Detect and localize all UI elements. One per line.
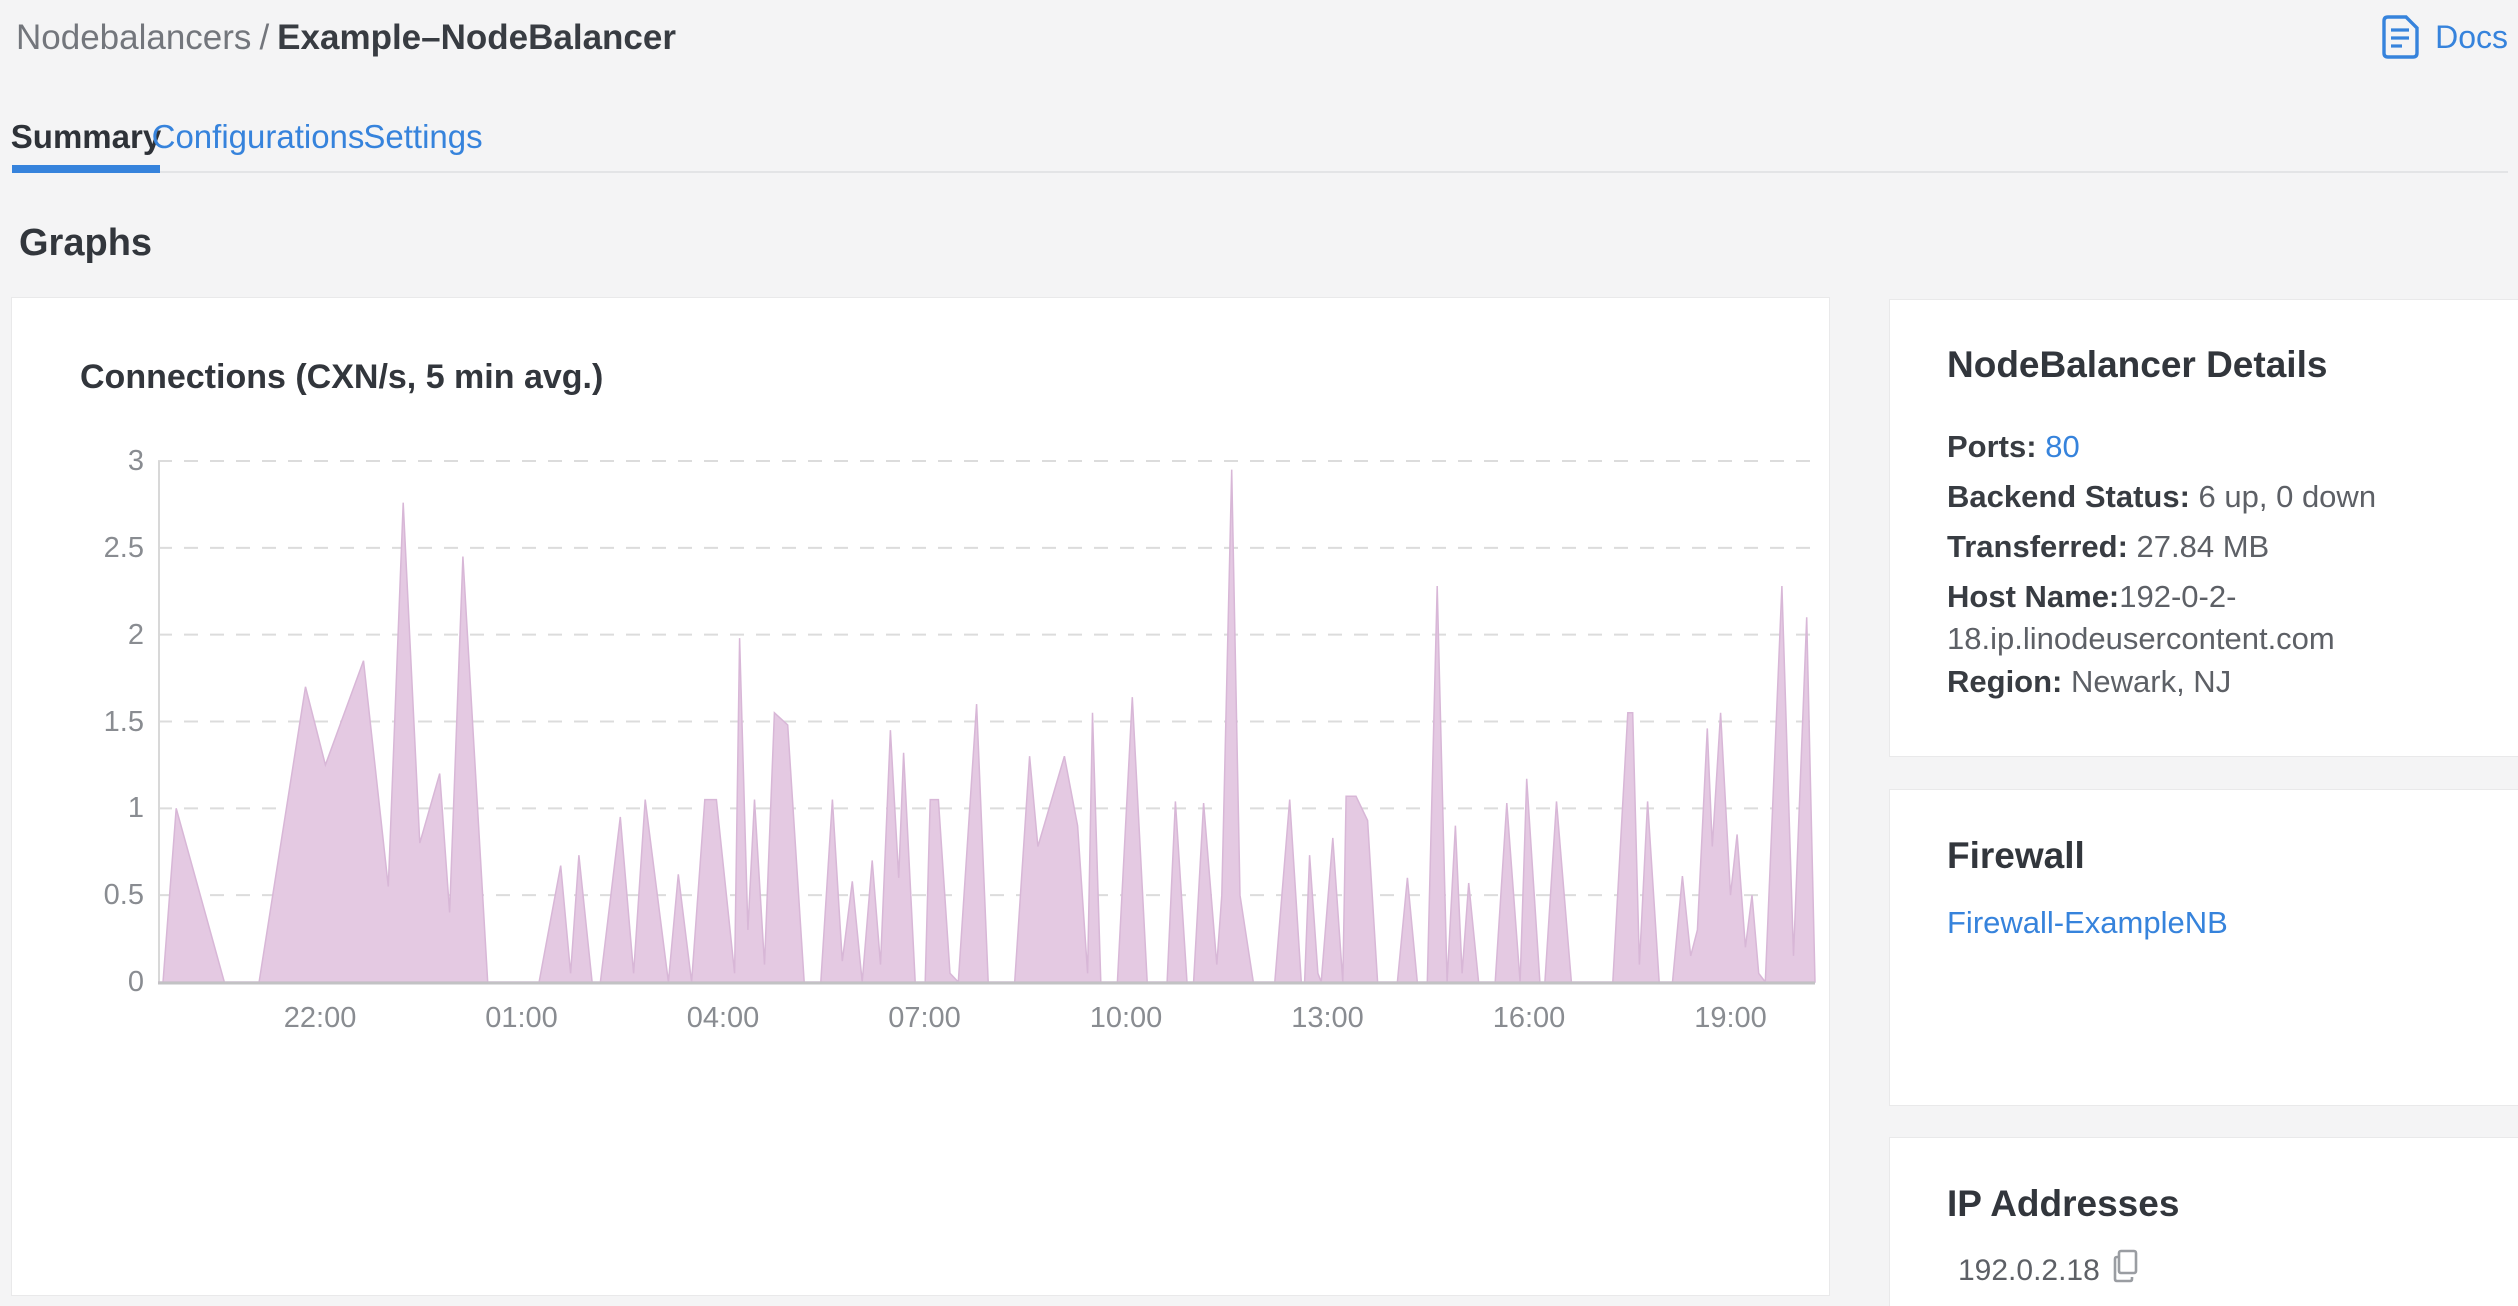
x-tick-label: 01:00 (485, 1002, 558, 1034)
region-value: Newark, NJ (2071, 664, 2232, 699)
host-name-row: Host Name:192-0-2-18.ip.linodeuserconten… (1947, 576, 2467, 660)
y-tick-label: 2 (127, 618, 144, 651)
y-tick-label: 1.5 (103, 705, 144, 738)
transferred-label: Transferred: (1947, 529, 2128, 564)
firewall-panel: Firewall Firewall-ExampleNB (1890, 790, 2518, 1105)
details-panel-title: NodeBalancer Details (1947, 344, 2328, 385)
transferred-row: Transferred: 27.84 MB (1947, 526, 2467, 568)
breadcrumb-nodebalancers-link[interactable]: Nodebalancers (16, 18, 251, 57)
ip-addresses-panel: IP Addresses 192.0.2.18 (1890, 1138, 2518, 1306)
ports-label: Ports: (1947, 429, 2037, 464)
nodebalancer-summary-page: Nodebalancers / Example–NodeBalancer Docs … (0, 0, 2518, 1306)
copy-icon[interactable] (2110, 1248, 2142, 1291)
backend-status-row: Backend Status: 6 up, 0 down (1947, 476, 2467, 518)
active-tab-underline (12, 165, 160, 173)
x-tick-label: 22:00 (283, 1002, 357, 1034)
ip-panel-title: IP Addresses (1947, 1183, 2180, 1224)
x-tick-label: 19:00 (1694, 1002, 1767, 1034)
y-tick-label: 0 (127, 966, 144, 998)
docs-link-label: Docs (2435, 18, 2508, 55)
y-tick-label: 3 (127, 445, 144, 477)
x-tick-label: 04:00 (686, 1002, 760, 1034)
docs-link[interactable]: Docs (2379, 14, 2508, 60)
y-tick-label: 2.5 (103, 531, 144, 564)
ip-address-value: 192.0.2.18 (1958, 1254, 2100, 1287)
connections-area-series (158, 469, 1816, 985)
firewall-panel-title: Firewall (1947, 835, 2085, 876)
docs-page-icon (2379, 14, 2421, 60)
ports-row: Ports: 80 (1947, 426, 2467, 468)
tab-settings-label: Settings (363, 117, 483, 155)
firewall-example-nb-link[interactable]: Firewall-ExampleNB (1947, 905, 2228, 941)
tab-configurations[interactable]: Configurations (152, 108, 365, 165)
x-tick-label: 10:00 (1089, 1002, 1163, 1034)
nodebalancer-details-panel: NodeBalancer Details Ports: 80 Backend S… (1890, 300, 2518, 756)
region-label: Region: (1947, 664, 2063, 699)
breadcrumb: Nodebalancers / Example–NodeBalancer (16, 18, 676, 58)
x-tick-label: 13:00 (1291, 1002, 1364, 1034)
region-row: Region: Newark, NJ (1947, 661, 2467, 703)
breadcrumb-separator: / (259, 18, 270, 57)
connections-area-chart (158, 460, 1816, 985)
tab-configurations-label: Configurations (151, 117, 365, 155)
backend-status-value: 6 up, 0 down (2198, 479, 2377, 514)
tab-summary[interactable]: Summary (10, 108, 162, 165)
x-tick-label: 07:00 (888, 1002, 961, 1034)
tab-summary-label: Summary (10, 117, 162, 155)
graphs-section-title: Graphs (19, 222, 153, 264)
chart-title: Connections (CXN/s, 5 min avg.) (80, 358, 604, 396)
x-tick-label: 16:00 (1492, 1002, 1566, 1034)
transferred-value: 27.84 MB (2136, 529, 2270, 564)
y-tick-label: 0.5 (103, 879, 144, 912)
y-tick-label: 1 (127, 792, 144, 825)
tabs-divider (12, 171, 2508, 173)
tab-settings[interactable]: Settings (356, 108, 490, 165)
backend-status-label: Backend Status: (1947, 479, 2190, 514)
page-title: Example–NodeBalancer (277, 18, 676, 57)
host-name-label: Host Name: (1947, 579, 2120, 614)
port-80-link[interactable]: 80 (2045, 429, 2079, 464)
